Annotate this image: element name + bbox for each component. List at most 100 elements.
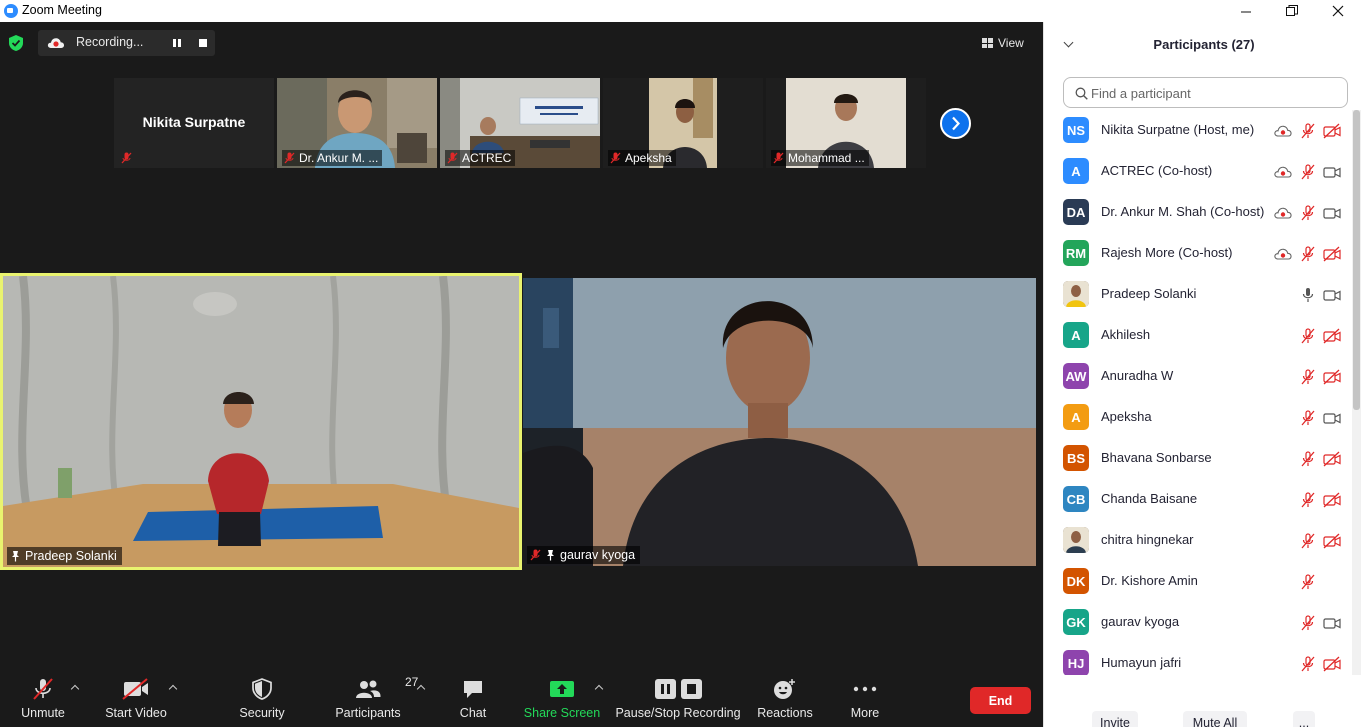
- avatar: HJ: [1063, 650, 1089, 675]
- participant-video[interactable]: gaurav kyoga: [523, 278, 1036, 566]
- maximize-button[interactable]: [1269, 0, 1315, 22]
- thumbnail-video[interactable]: Mohammad ...: [766, 78, 926, 168]
- chat-button[interactable]: Chat: [452, 650, 494, 727]
- participant-name: gaurav kyoga: [1101, 614, 1180, 629]
- video-off-icon: [1323, 369, 1341, 385]
- view-button[interactable]: View: [982, 34, 1024, 52]
- security-button[interactable]: Security: [236, 650, 288, 727]
- participants-button[interactable]: 27 Participants: [334, 650, 418, 727]
- participant-search-box[interactable]: [1063, 77, 1348, 108]
- participant-name: ACTREC: [462, 151, 512, 165]
- end-meeting-button[interactable]: End: [970, 687, 1031, 714]
- participant-row[interactable]: BS Bhavana Sonbarse: [1044, 438, 1354, 479]
- video-feed-gaurav: [523, 278, 1036, 566]
- unmute-button[interactable]: Unmute: [16, 650, 70, 727]
- shield-icon: [252, 678, 272, 700]
- thumbnail-video[interactable]: ACTREC: [440, 78, 600, 168]
- participant-name: Dr. Ankur M. Shah (Co-host): [1101, 204, 1265, 219]
- mic-muted-icon: [610, 152, 621, 164]
- close-window-button[interactable]: [1315, 0, 1361, 22]
- participant-list: NS Nikita Surpatne (Host, me) A ACTREC (Co-…: [1044, 110, 1354, 675]
- participant-row[interactable]: RM Rajesh More (Co-host): [1044, 233, 1354, 274]
- search-input[interactable]: [1091, 84, 1341, 102]
- participant-row[interactable]: Pradeep Solanki: [1044, 274, 1354, 315]
- meeting-toolbar: Unmute Start Video Security 27 Participa…: [0, 650, 1043, 727]
- participant-name: Anuradha W: [1101, 368, 1174, 383]
- recording-indicator: Recording...: [38, 30, 215, 56]
- mute-all-button[interactable]: Mute All: [1183, 711, 1247, 727]
- mic-muted-icon: [1301, 656, 1315, 672]
- video-options-caret[interactable]: [167, 682, 179, 694]
- cloud-recording-icon: [47, 38, 65, 48]
- close-icon: [1332, 5, 1344, 17]
- avatar: RM: [1063, 240, 1089, 266]
- avatar: AW: [1063, 363, 1089, 389]
- encryption-shield-icon[interactable]: [8, 34, 24, 52]
- participants-options-caret[interactable]: [415, 682, 427, 694]
- thumbnail-video[interactable]: Nikita Surpatne: [114, 78, 274, 168]
- participant-name: Pradeep Solanki: [1101, 286, 1197, 301]
- video-icon: [1323, 618, 1341, 629]
- panel-more-button[interactable]: ...: [1293, 711, 1315, 727]
- pause-icon: [654, 679, 676, 699]
- more-button[interactable]: More: [845, 650, 885, 727]
- pause-recording-button[interactable]: [166, 33, 188, 53]
- start-video-button[interactable]: Start Video: [102, 650, 170, 727]
- video-label: gaurav kyoga: [527, 546, 641, 564]
- participant-row[interactable]: NS Nikita Surpatne (Host, me): [1044, 110, 1354, 151]
- reactions-label: Reactions: [757, 706, 813, 720]
- avatar: [1063, 527, 1089, 553]
- share-options-caret[interactable]: [593, 682, 605, 694]
- participant-name: Bhavana Sonbarse: [1101, 450, 1212, 465]
- participant-row[interactable]: DK Dr. Kishore Amin: [1044, 561, 1354, 602]
- participant-list-scrollbar[interactable]: [1353, 110, 1360, 410]
- thumbnail-label: ACTREC: [445, 150, 516, 166]
- recording-label: Recording...: [76, 35, 144, 49]
- participant-name: Apeksha: [1101, 409, 1152, 424]
- stop-recording-button[interactable]: [192, 33, 214, 53]
- video-off-icon: [1323, 123, 1341, 139]
- reactions-button[interactable]: Reactions: [757, 650, 813, 727]
- zoom-logo-icon: [4, 4, 18, 18]
- mic-muted-icon: [1301, 574, 1315, 590]
- thumbnail-label: Dr. Ankur M. ...: [282, 150, 383, 166]
- share-screen-button[interactable]: Share Screen: [524, 650, 600, 727]
- thumbnail-video[interactable]: Dr. Ankur M. ...: [277, 78, 437, 168]
- participant-row[interactable]: DA Dr. Ankur M. Shah (Co-host): [1044, 192, 1354, 233]
- participant-row[interactable]: CB Chanda Baisane: [1044, 479, 1354, 520]
- video-icon: [1323, 167, 1341, 178]
- participant-row[interactable]: A Akhilesh: [1044, 315, 1354, 356]
- cloud-recording-icon: [1274, 207, 1292, 219]
- participant-name: Dr. Kishore Amin: [1101, 573, 1198, 588]
- participants-label: Participants: [335, 706, 401, 720]
- next-page-button[interactable]: [940, 108, 971, 139]
- invite-button[interactable]: Invite: [1092, 711, 1138, 727]
- more-dots-icon: [853, 686, 877, 692]
- audio-options-caret[interactable]: [69, 682, 81, 694]
- mic-muted-icon: [1301, 533, 1315, 549]
- participant-row[interactable]: HJ Humayun jafri: [1044, 643, 1354, 675]
- meeting-area: Recording... View Nikita Surpatne Dr. An…: [0, 22, 1043, 727]
- participant-name: Pradeep Solanki: [25, 549, 117, 563]
- participant-row[interactable]: A ACTREC (Co-host): [1044, 151, 1354, 192]
- participant-name: Chanda Baisane: [1101, 491, 1198, 506]
- video-off-icon: [1323, 533, 1341, 549]
- participant-row[interactable]: AW Anuradha W: [1044, 356, 1354, 397]
- window-title: Zoom Meeting: [22, 3, 102, 17]
- panel-title: Participants (27): [1153, 37, 1255, 52]
- thumbnail-video[interactable]: Apeksha: [603, 78, 763, 168]
- active-speaker-video[interactable]: Pradeep Solanki: [0, 273, 522, 570]
- view-label: View: [998, 36, 1024, 50]
- participant-row[interactable]: chitra hingnekar: [1044, 520, 1354, 561]
- avatar: A: [1063, 158, 1089, 184]
- reactions-icon: [774, 679, 795, 699]
- video-off-icon: [1323, 492, 1341, 508]
- avatar: BS: [1063, 445, 1089, 471]
- participant-row[interactable]: GK gaurav kyoga: [1044, 602, 1354, 643]
- minimize-button[interactable]: [1223, 0, 1269, 22]
- chevron-right-icon: [952, 116, 960, 131]
- participant-row[interactable]: A Apeksha: [1044, 397, 1354, 438]
- participant-name: Rajesh More (Co-host): [1101, 245, 1233, 260]
- participant-name: Apeksha: [625, 151, 672, 165]
- pause-stop-recording-button[interactable]: Pause/Stop Recording: [615, 650, 741, 727]
